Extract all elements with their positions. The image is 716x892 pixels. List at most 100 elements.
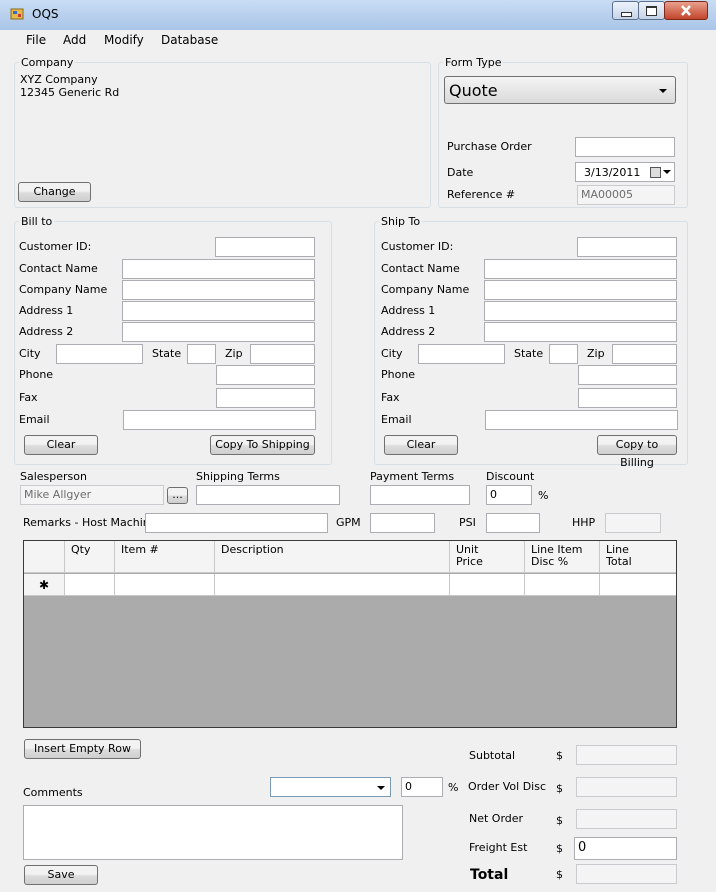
bill-fax-input[interactable] [216, 388, 315, 408]
copy-to-billing-button[interactable]: Copy to Billing [597, 435, 677, 469]
cell-description[interactable] [215, 574, 450, 596]
line-items-grid[interactable]: Qty Item # Description Unit Price Line It… [23, 540, 677, 728]
ship-state-input[interactable] [549, 344, 578, 364]
ship-fax-input[interactable] [578, 388, 677, 408]
gpm-label: GPM [336, 516, 361, 529]
comments-textarea[interactable] [23, 805, 403, 860]
ship-email-input[interactable] [485, 410, 678, 430]
bill-address2-input[interactable] [122, 322, 315, 342]
close-button[interactable] [664, 1, 708, 20]
bill-company-name-input[interactable] [122, 280, 315, 300]
bill-contact-name-input[interactable] [122, 259, 315, 279]
col-header-item-number[interactable]: Item # [115, 541, 215, 573]
col-header-label: Total [606, 555, 632, 568]
change-company-button[interactable]: Change [18, 182, 91, 202]
total-field [576, 864, 677, 884]
bill-phone-input[interactable] [216, 365, 315, 385]
cell-line-item-disc[interactable] [525, 574, 600, 596]
bill-to-legend: Bill to [21, 215, 53, 228]
col-header-description[interactable]: Description [215, 541, 450, 573]
bill-state-label: State [152, 347, 182, 360]
freight-est-input[interactable]: 0 [574, 837, 677, 860]
freight-currency: $ [556, 842, 563, 855]
ship-contact-name-input[interactable] [484, 259, 677, 279]
salesperson-browse-button[interactable]: ... [167, 487, 188, 504]
chevron-down-icon [377, 786, 385, 790]
ship-email-label: Email [381, 413, 412, 426]
ship-phone-input[interactable] [578, 365, 677, 385]
date-picker[interactable]: 3/13/2011 [575, 162, 675, 182]
close-icon [681, 5, 691, 16]
minimize-button[interactable] [612, 1, 639, 20]
bill-address1-input[interactable] [122, 301, 315, 321]
reference-label: Reference # [447, 188, 516, 201]
bill-zip-label: Zip [225, 347, 243, 360]
ship-customer-id-label: Customer ID: [381, 240, 454, 253]
reference-input: MA00005 [577, 185, 675, 205]
maximize-button[interactable] [638, 1, 665, 20]
cell-unit-price[interactable] [450, 574, 525, 596]
ship-company-name-input[interactable] [484, 280, 677, 300]
menu-modify[interactable]: Modify [104, 33, 144, 47]
bill-city-input[interactable] [56, 344, 143, 364]
col-header-unit-price[interactable]: Unit Price [450, 541, 525, 573]
net-order-field [576, 809, 677, 829]
menu-add[interactable]: Add [63, 33, 86, 47]
ship-clear-button[interactable]: Clear [384, 435, 458, 455]
col-header-line-item-disc[interactable]: Line Item Disc % [525, 541, 600, 573]
cell-qty[interactable] [65, 574, 115, 596]
form-type-select[interactable]: Quote [444, 76, 676, 104]
ship-address2-input[interactable] [484, 322, 677, 342]
calendar-icon [650, 167, 661, 178]
discount-input[interactable]: 0 [486, 485, 532, 505]
ship-customer-id-input[interactable] [577, 237, 677, 257]
minimize-icon [621, 12, 632, 17]
bill-customer-id-input[interactable] [215, 237, 315, 257]
menu-file[interactable]: File [26, 33, 46, 47]
comment-template-select[interactable] [270, 777, 391, 797]
gpm-input[interactable] [370, 513, 435, 533]
form-type-value: Quote [449, 81, 498, 100]
bill-phone-label: Phone [19, 368, 54, 381]
date-value: 3/13/2011 [584, 166, 641, 179]
total-label: Total [470, 867, 509, 883]
remarks-input[interactable] [145, 513, 328, 533]
bill-address1-label: Address 1 [19, 304, 74, 317]
date-label: Date [447, 166, 474, 179]
bill-state-input[interactable] [187, 344, 216, 364]
purchase-order-input[interactable] [575, 137, 675, 157]
bill-zip-input[interactable] [250, 344, 315, 364]
save-button[interactable]: Save [24, 865, 98, 885]
subtotal-field [576, 745, 677, 765]
ship-zip-input[interactable] [612, 344, 677, 364]
comment-percent-input[interactable]: 0 [401, 777, 443, 797]
payment-terms-label: Payment Terms [370, 470, 455, 483]
col-header-label: Disc % [531, 555, 569, 568]
company-address-line: 12345 Generic Rd [20, 86, 120, 99]
ship-address1-label: Address 1 [381, 304, 436, 317]
ship-to-legend: Ship To [381, 215, 421, 228]
freight-est-label: Freight Est [469, 841, 528, 854]
maximize-icon [646, 6, 657, 16]
copy-to-shipping-button[interactable]: Copy To Shipping [210, 435, 315, 455]
insert-empty-row-button[interactable]: Insert Empty Row [24, 739, 141, 759]
bill-email-input[interactable] [123, 410, 316, 430]
company-legend: Company [21, 56, 74, 69]
payment-terms-input[interactable] [370, 485, 470, 505]
col-header-line-total[interactable]: Line Total [600, 541, 676, 573]
shipping-terms-input[interactable] [196, 485, 340, 505]
cell-line-total[interactable] [600, 574, 676, 596]
bill-clear-button[interactable]: Clear [24, 435, 98, 455]
col-header-label: Qty [71, 543, 91, 556]
menu-database[interactable]: Database [161, 33, 218, 47]
ship-state-label: State [514, 347, 544, 360]
col-header-qty[interactable]: Qty [65, 541, 115, 573]
total-currency: $ [556, 868, 563, 881]
company-name-line: XYZ Company [20, 73, 98, 86]
discount-label: Discount [486, 470, 535, 483]
psi-input[interactable] [486, 513, 540, 533]
ship-address1-input[interactable] [484, 301, 677, 321]
ship-city-input[interactable] [418, 344, 505, 364]
cell-item-number[interactable] [115, 574, 215, 596]
bill-email-label: Email [19, 413, 50, 426]
